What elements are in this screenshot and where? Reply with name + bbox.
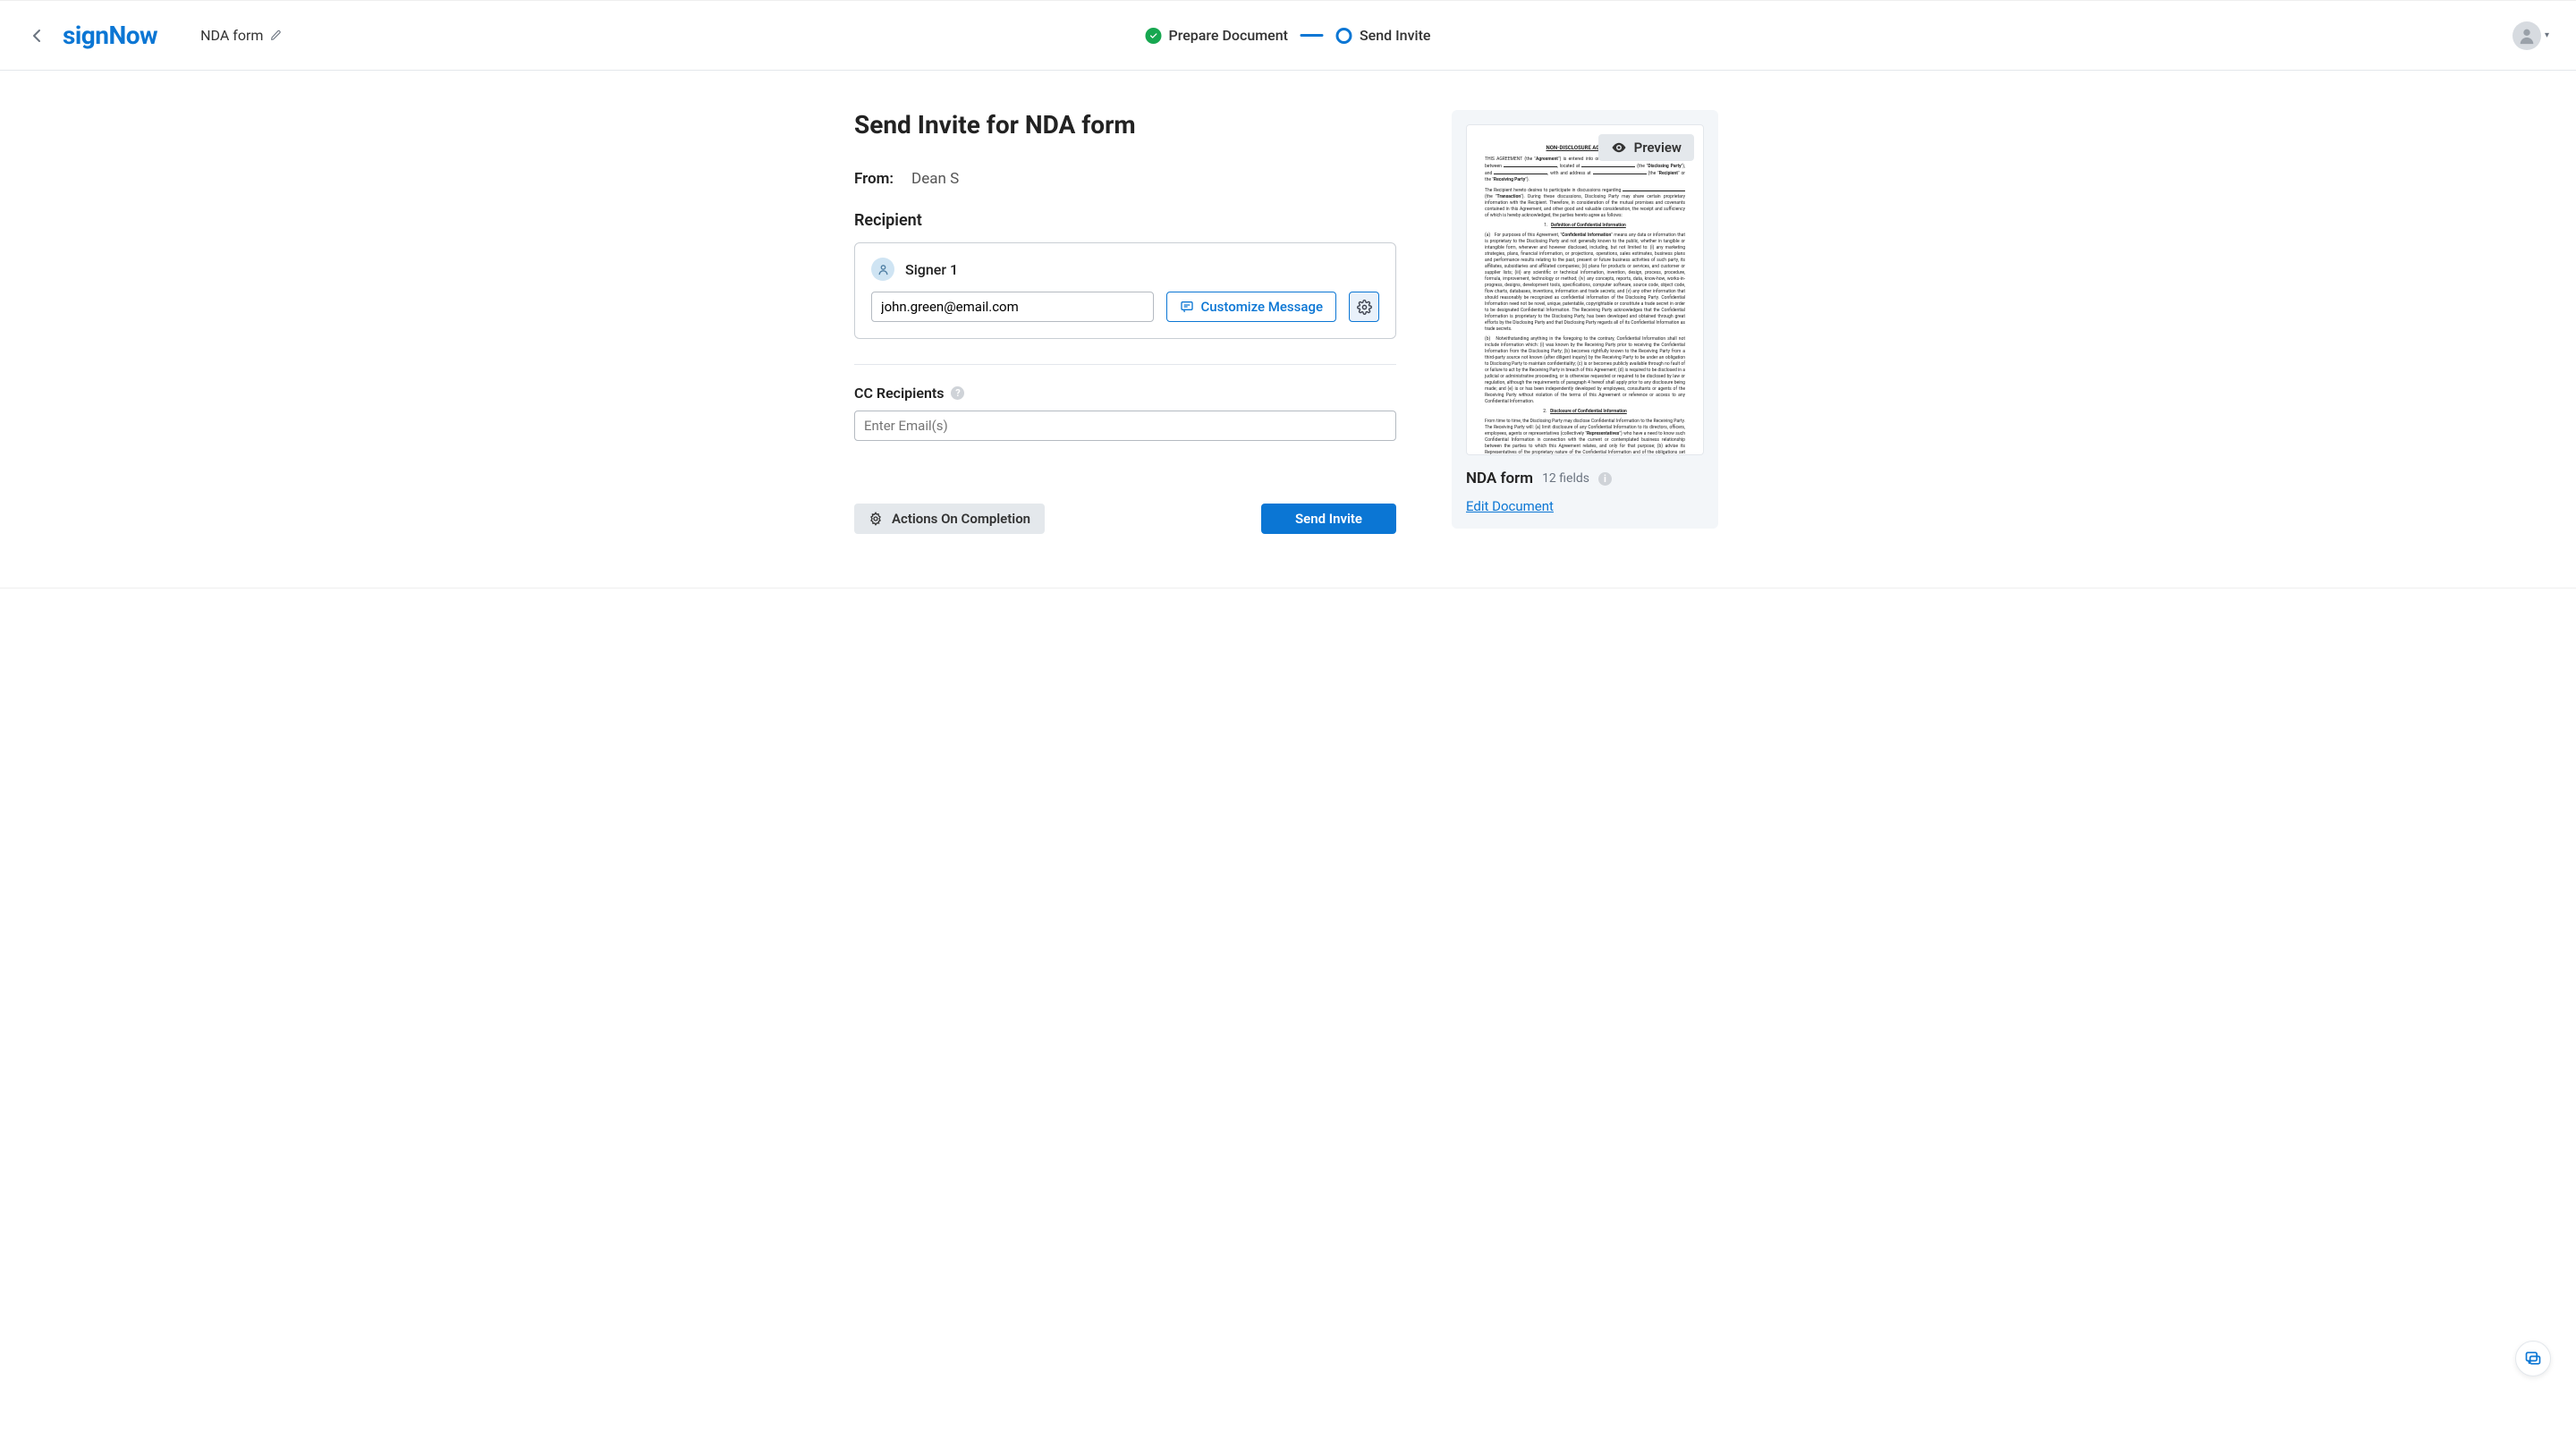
send-invite-label: Send Invite bbox=[1295, 511, 1362, 527]
main-form: Send Invite for NDA form From: Dean S Re… bbox=[854, 110, 1396, 534]
caret-down-icon: ▾ bbox=[2545, 30, 2549, 40]
chevron-left-icon bbox=[32, 29, 41, 43]
step-send-invite[interactable]: Send Invite bbox=[1336, 27, 1431, 44]
document-meta-name: NDA form bbox=[1466, 470, 1533, 487]
user-menu[interactable]: ▾ bbox=[2512, 21, 2549, 50]
actions-on-completion-label: Actions On Completion bbox=[892, 511, 1030, 527]
from-name: Dean S bbox=[911, 170, 959, 188]
signer-role: Signer 1 bbox=[905, 261, 958, 278]
recipient-section-label: Recipient bbox=[854, 211, 1396, 230]
gear-icon bbox=[869, 512, 883, 526]
pencil-icon bbox=[270, 30, 282, 41]
document-fields-count: 12 fields bbox=[1542, 471, 1589, 486]
back-button[interactable] bbox=[27, 26, 47, 46]
send-invite-button[interactable]: Send Invite bbox=[1261, 504, 1396, 534]
from-row: From: Dean S bbox=[854, 170, 1396, 188]
top-header: signNow NDA form Prepare Document Send I… bbox=[0, 1, 2576, 71]
step-label: Send Invite bbox=[1360, 27, 1431, 44]
info-icon[interactable]: ? bbox=[951, 386, 964, 400]
info-icon[interactable]: i bbox=[1598, 472, 1612, 486]
step-label: Prepare Document bbox=[1169, 27, 1288, 44]
document-thumbnail: Preview NON-DISCLOSURE AGREEMENT THIS AG… bbox=[1466, 124, 1704, 455]
edit-document-link[interactable]: Edit Document bbox=[1466, 498, 1554, 514]
step-connector bbox=[1301, 34, 1324, 37]
app-logo: signNow bbox=[63, 21, 157, 50]
customize-message-button[interactable]: Customize Message bbox=[1166, 292, 1336, 322]
gear-icon bbox=[1357, 300, 1372, 315]
signer-card: Signer 1 Customize Message bbox=[854, 242, 1396, 339]
cc-recipients-input[interactable] bbox=[854, 411, 1396, 441]
avatar bbox=[2512, 21, 2541, 50]
page-title: Send Invite for NDA form bbox=[854, 110, 1396, 140]
circle-outline-icon bbox=[1336, 28, 1352, 44]
preview-button[interactable]: Preview bbox=[1598, 134, 1694, 161]
divider bbox=[854, 364, 1396, 365]
document-name-text: NDA form bbox=[200, 27, 263, 44]
step-prepare-document[interactable]: Prepare Document bbox=[1146, 27, 1288, 44]
message-icon bbox=[1180, 300, 1194, 314]
actions-on-completion-button[interactable]: Actions On Completion bbox=[854, 504, 1045, 534]
document-thumbnail-content: NON-DISCLOSURE AGREEMENT THIS AGREEMENT … bbox=[1467, 125, 1703, 455]
from-label: From: bbox=[854, 170, 894, 188]
customize-message-label: Customize Message bbox=[1201, 299, 1323, 315]
person-icon bbox=[2517, 26, 2537, 46]
progress-steps: Prepare Document Send Invite bbox=[1146, 27, 1431, 44]
chat-icon bbox=[2524, 1350, 2542, 1368]
signer-settings-button[interactable] bbox=[1349, 292, 1379, 322]
chat-fab[interactable] bbox=[2515, 1341, 2551, 1376]
cc-recipients-label: CC Recipients bbox=[854, 385, 944, 402]
preview-button-label: Preview bbox=[1634, 140, 1682, 156]
document-name[interactable]: NDA form bbox=[200, 27, 282, 44]
preview-panel: Preview NON-DISCLOSURE AGREEMENT THIS AG… bbox=[1452, 110, 1718, 529]
person-circle-icon bbox=[871, 258, 894, 281]
check-circle-icon bbox=[1146, 28, 1162, 44]
eye-icon bbox=[1611, 140, 1627, 156]
signer-email-input[interactable] bbox=[871, 292, 1154, 322]
